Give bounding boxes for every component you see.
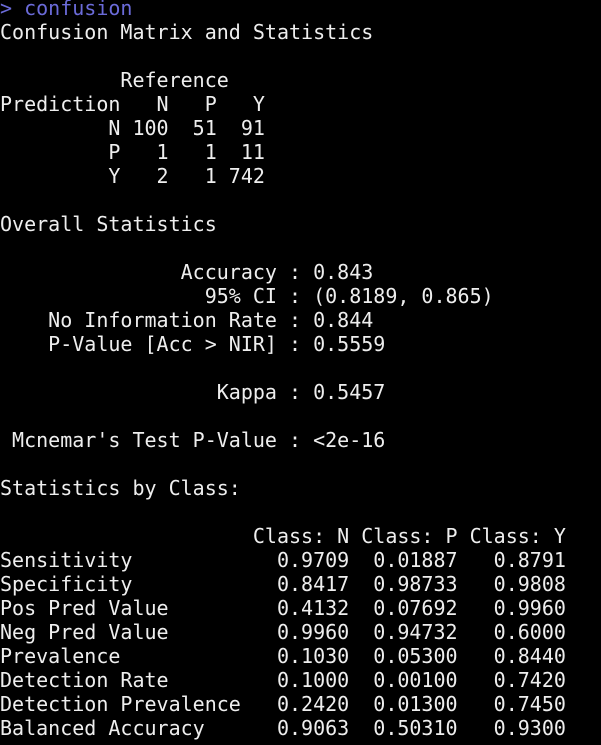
output-blank [0,356,601,380]
output-title: Confusion Matrix and Statistics [0,20,374,44]
stat-confidence-interval: 95% CI : (0.8189, 0.865) [0,284,494,308]
r-console-output: > confusion Confusion Matrix and Statisti… [0,0,601,740]
output-blank [0,236,601,260]
output-blank [0,500,601,524]
output-blank [0,404,601,428]
class-table-header: Class: N Class: P Class: Y [0,524,566,548]
prompt-symbol: > [0,0,13,20]
command-text[interactable]: confusion [24,0,132,20]
stat-p-value: P-Value [Acc > NIR] : 0.5559 [0,332,386,356]
class-row-detection-rate: Detection Rate 0.1000 0.00100 0.7420 [0,668,566,692]
stat-kappa: Kappa : 0.5457 [0,380,386,404]
stat-accuracy: Accuracy : 0.843 [0,260,374,284]
stat-no-information-rate: No Information Rate : 0.844 [0,308,374,332]
matrix-row-p: P 1 1 11 [0,140,265,164]
class-row-neg-pred-value: Neg Pred Value 0.9960 0.94732 0.6000 [0,620,566,644]
output-blank [0,452,601,476]
matrix-reference-header: Reference [0,68,229,92]
class-row-specificity: Specificity 0.8417 0.98733 0.9808 [0,572,566,596]
class-row-detection-prevalence: Detection Prevalence 0.2420 0.01300 0.74… [0,692,566,716]
command-line[interactable]: > confusion [0,0,601,20]
matrix-column-header: Prediction N P Y [0,92,265,116]
overall-statistics-heading: Overall Statistics [0,212,217,236]
class-row-pos-pred-value: Pos Pred Value 0.4132 0.07692 0.9960 [0,596,566,620]
class-row-sensitivity: Sensitivity 0.9709 0.01887 0.8791 [0,548,566,572]
matrix-row-n: N 100 51 91 [0,116,265,140]
output-blank [0,188,601,212]
class-row-prevalence: Prevalence 0.1030 0.05300 0.8440 [0,644,566,668]
stat-mcnemar-p-value: Mcnemar's Test P-Value : <2e-16 [0,428,386,452]
class-row-balanced-accuracy: Balanced Accuracy 0.9063 0.50310 0.9300 [0,716,566,740]
matrix-row-y: Y 2 1 742 [0,164,265,188]
statistics-by-class-heading: Statistics by Class: [0,476,241,500]
output-blank [0,44,601,68]
